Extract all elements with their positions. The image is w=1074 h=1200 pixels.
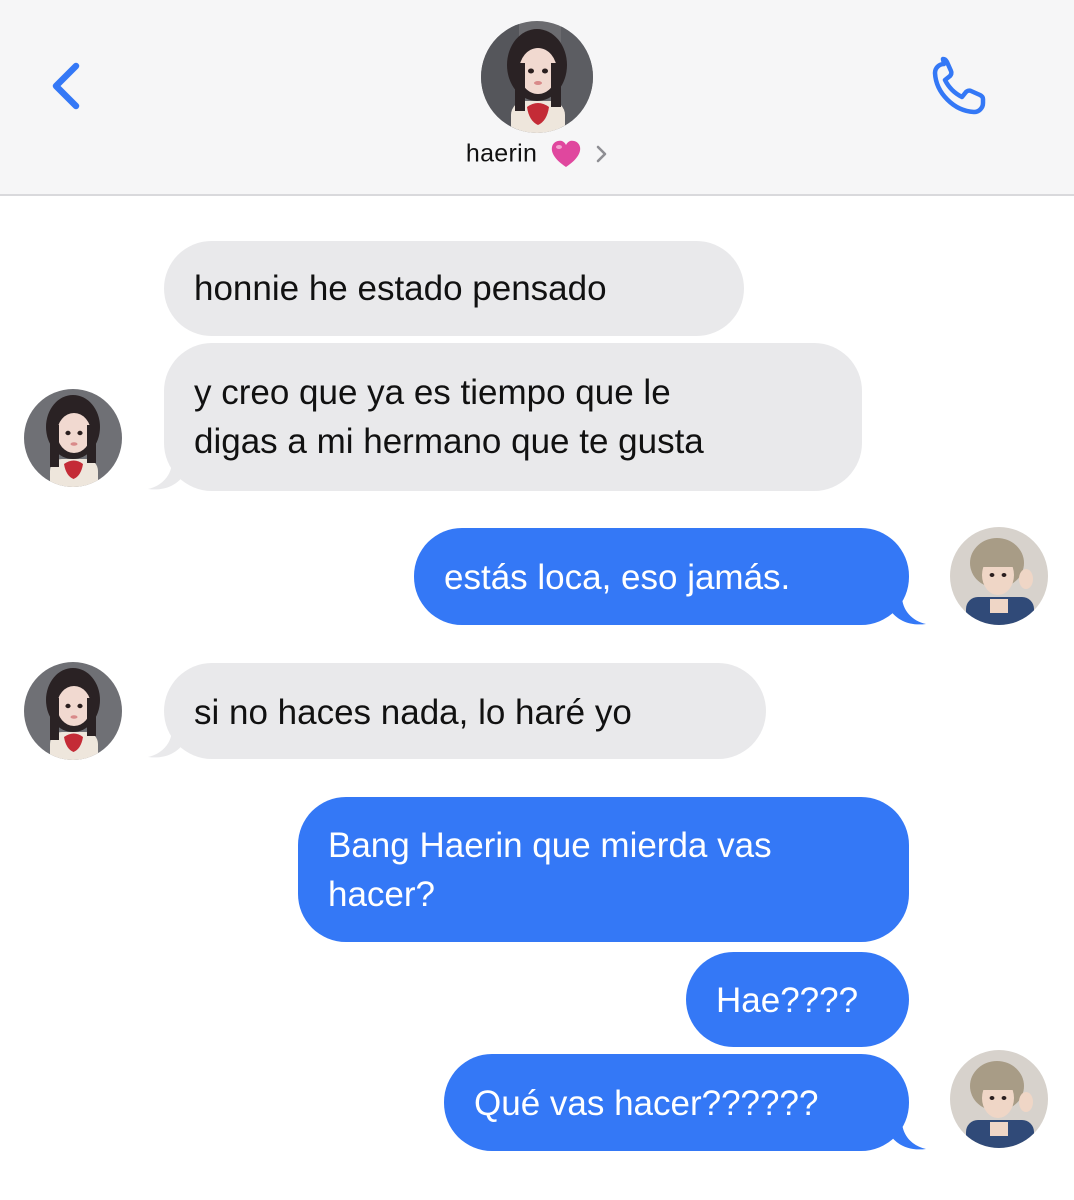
message-bubble-outgoing[interactable]: Qué vas hacer?????? [444,1054,909,1151]
message-bubble-incoming[interactable]: y creo que ya es tiempo que le digas a m… [164,343,862,491]
message-text-line: digas a mi hermano que te gusta [194,422,704,461]
message-text: estás loca, eso jamás. [444,558,791,597]
pink-heart-icon [551,140,580,167]
contact-avatar[interactable] [481,21,593,133]
conversation-header: haerin [0,0,1074,196]
my-avatar[interactable] [950,1050,1048,1148]
message-text: Qué vas hacer?????? [474,1084,819,1123]
contact-avatar-small[interactable] [24,662,122,760]
phone-icon [932,56,986,115]
back-button[interactable] [44,56,94,116]
bubble-tail [890,596,926,625]
message-text: si no haces nada, lo haré yo [194,693,632,732]
message-text: honnie he estado pensado [194,269,607,308]
bubble-tail [148,729,184,758]
message-bubble-outgoing[interactable]: Bang Haerin que mierda vas hacer? [298,797,909,942]
message-bubble-outgoing[interactable]: Hae???? [686,952,909,1047]
bubble-tail [890,1121,926,1150]
contact-name-button[interactable]: haerin [0,139,1074,179]
message-text-line: hacer? [328,875,436,914]
message-text-line: Bang Haerin que mierda vas [328,826,772,865]
bubble-tail [148,461,184,490]
call-button[interactable] [928,56,994,118]
contact-avatar-small[interactable] [24,389,122,487]
message-bubble-outgoing[interactable]: estás loca, eso jamás. [414,528,909,625]
contact-name: haerin [465,139,538,168]
chevron-left-icon [52,62,80,110]
message-bubble-incoming[interactable]: si no haces nada, lo haré yo [164,663,766,759]
message-text-line: y creo que ya es tiempo que le [194,373,671,412]
my-avatar[interactable] [950,527,1048,625]
chevron-right-icon [596,145,607,163]
message-bubble-incoming[interactable]: honnie he estado pensado [164,241,744,336]
message-text: Hae???? [716,981,859,1020]
